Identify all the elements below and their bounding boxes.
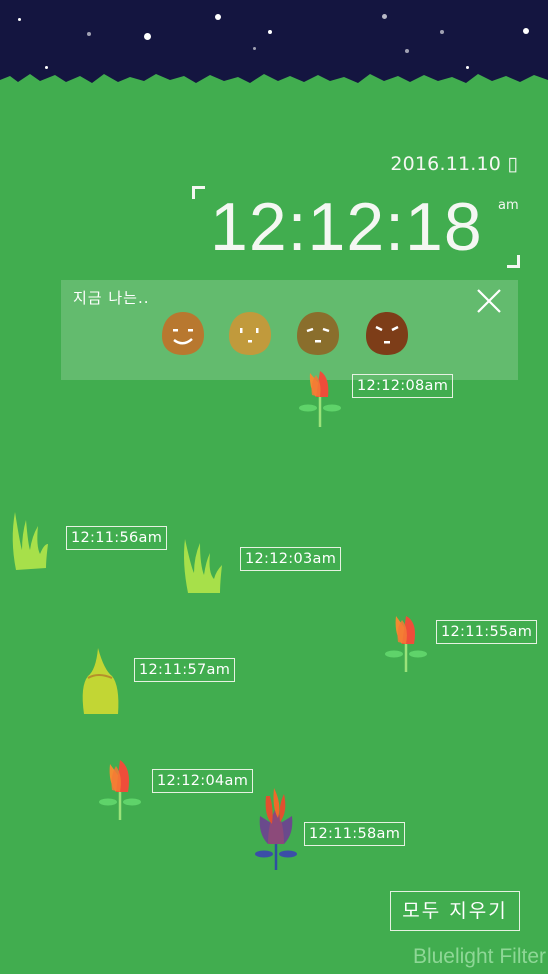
entry-timestamp: 12:12:08am — [352, 374, 454, 398]
frame-corner — [507, 255, 520, 268]
mood-sad-face[interactable] — [295, 310, 341, 356]
mood-happy-face[interactable] — [160, 310, 206, 356]
entry-timestamp: 12:11:56am — [66, 526, 168, 550]
tulip-icon — [299, 371, 341, 427]
star — [382, 14, 387, 19]
close-icon[interactable] — [476, 288, 502, 314]
sprout-icon — [82, 648, 119, 714]
grass-icon — [12, 512, 48, 570]
grass-icon — [184, 539, 222, 593]
fire-flower-icon — [255, 788, 297, 870]
star — [268, 30, 272, 34]
entry-timestamp: 12:11:55am — [436, 620, 538, 644]
clock-ampm: am — [498, 198, 519, 213]
mood-angry-face[interactable] — [364, 310, 410, 356]
clear-all-button[interactable]: 모두 지우기 — [390, 891, 520, 931]
star — [253, 47, 256, 50]
entry-timestamp: 12:12:04am — [152, 769, 254, 793]
star — [18, 18, 21, 21]
mood-title: 지금 나는.. — [73, 289, 150, 307]
grass-edge — [0, 74, 548, 102]
clock-time: 12:12:18 — [210, 189, 483, 265]
tulip-icon — [385, 616, 427, 672]
star — [405, 49, 409, 53]
star — [144, 33, 151, 40]
tulip-icon — [99, 760, 141, 820]
entry-timestamp: 12:11:57am — [134, 658, 236, 682]
frame-corner — [192, 186, 205, 199]
mood-calm-face[interactable] — [227, 310, 273, 356]
date-label: 2016.11.10 ▯ — [390, 153, 518, 175]
mood-panel: 지금 나는.. — [61, 280, 518, 380]
star — [87, 32, 91, 36]
entry-timestamp: 12:12:03am — [240, 547, 342, 571]
bluelight-filter-watermark: Bluelight Filter — [412, 945, 546, 968]
star — [440, 30, 444, 34]
star — [215, 14, 221, 20]
entry-timestamp: 12:11:58am — [304, 822, 406, 846]
star — [523, 28, 529, 34]
